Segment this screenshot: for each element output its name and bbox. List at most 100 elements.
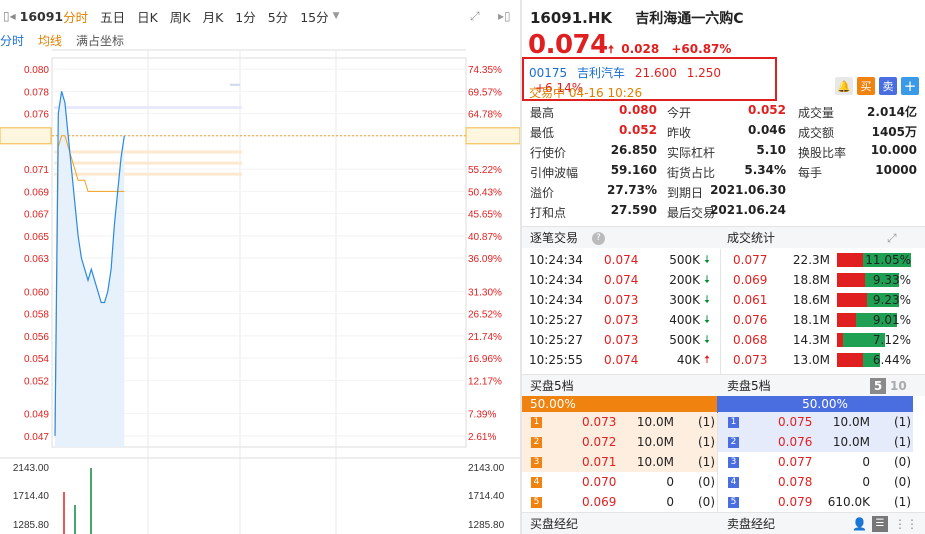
pct-tick: 74.35% [468,65,502,76]
stat-value: 1405万 [871,125,917,139]
pct-tick: 21.74% [468,332,502,343]
price-tick: 0.058 [24,310,49,321]
trade-time: 10:24:34 [529,293,583,307]
depth-band [230,83,240,86]
arrow-up-icon: 🠅 [704,353,711,366]
ask-volume: 10.0M [832,415,870,429]
trades-title: 逐笔交易 [530,231,579,245]
quote-code: 16091.HK [530,9,613,27]
bid-level-num: 1 [531,417,542,428]
volstat-volume: 13.0M [792,353,830,367]
buy-button[interactable]: 买 [857,77,875,95]
volstat-pct: 9.33% [872,273,911,287]
volstat-volume: 14.3M [792,333,830,347]
change-value: 0.028 [621,42,660,56]
pct-tick: 7.39% [468,410,496,421]
stat-label: 引伸波幅 [530,166,579,180]
ask-row-bg [718,432,913,452]
add-button[interactable]: + [901,77,919,95]
list-icon[interactable]: ☰ [872,516,888,532]
trade-time: 10:25:27 [529,313,583,327]
stat-value: 5.10 [756,143,786,157]
stat-value: 5.34% [744,163,786,177]
trade-volume: 400K [669,313,700,327]
bid-volume: 10.0M [636,455,674,469]
trading-status: 交易中 04-16 10:26 [529,86,643,100]
ask-level: 4 [728,472,739,492]
bid-row-bg [522,412,717,432]
bid-level: 2 [531,432,542,452]
ask-count: (1) [894,415,911,429]
arrow-down-icon: 🠇 [704,313,711,326]
stat-label: 溢价 [530,186,555,200]
quote-header: 16091.HK 吉利海通一六购C [530,8,744,28]
stat-value: 2021.06.24 [710,203,786,217]
arrow-down-icon: 🠇 [704,293,711,306]
underlying-box: 00175 吉利汽车 21.600 1.250 +6.14% 交易中 04-16… [522,57,777,101]
bid-price: 0.070 [582,475,617,489]
trade-volume: 300K [669,293,700,307]
pct-tick: 40.87% [468,232,502,243]
price-tick: 0.060 [24,287,49,298]
volstats-title: 成交统计 [727,231,776,245]
arrow-up-icon: 🠅 [608,43,615,56]
bid-volume: 10.0M [636,435,674,449]
arrow-down-icon: 🠇 [704,253,711,266]
pct-tick: 2.61% [468,432,496,443]
underlying-code[interactable]: 00175 [529,66,567,80]
bid-level: 1 [531,412,542,432]
stat-value: 26.850 [610,143,657,157]
volstat-price: 0.073 [733,353,768,367]
underlying-change: 1.250 [686,66,722,80]
user-icon[interactable]: 👤 [852,513,867,534]
ask-row-bg [718,412,913,432]
bid-count: (1) [698,435,715,449]
bell-icon[interactable]: 🔔 [835,77,853,95]
action-buttons: 🔔 买 卖 + [835,77,919,95]
ask-volume: 0 [862,455,870,469]
volstat-volume: 18.6M [792,293,830,307]
pct-tick: 64.78% [468,110,502,121]
price-tick: 0.078 [24,87,49,98]
bid-title: 买盘5档 [530,379,574,393]
expand-stats-icon[interactable]: ⤢ [887,227,897,249]
price-tick: 0.080 [24,65,49,76]
bid-broker-title: 买盘经纪 [530,517,579,531]
stat-label: 街货占比 [667,166,716,180]
volume-tick-right: 1714.40 [468,491,505,502]
volume-tick-right: 1285.80 [468,520,505,531]
grid-icon[interactable]: ⋮⋮ [894,513,918,534]
help-icon[interactable]: ? [591,232,605,245]
volume-tick-right: 2143.00 [468,463,505,474]
intraday-chart[interactable]: 0.08074.35%0.07869.57%0.07664.78%0.07460… [0,0,520,534]
ask-price: 0.078 [778,475,813,489]
pct-tick: 50.43% [468,187,502,198]
stat-value: 59.160 [610,163,657,177]
depth-5-button[interactable]: 5 [870,378,886,394]
sell-button[interactable]: 卖 [879,77,897,95]
price-tick: 0.047 [24,432,49,443]
trade-price: 0.074 [604,353,639,367]
volstat-volume: 18.1M [792,313,830,327]
pct-tick: 26.52% [468,310,502,321]
ask-volume: 10.0M [832,435,870,449]
last-price: 0.074 [528,30,608,60]
price-area [55,91,125,447]
depth-band [54,172,242,176]
bid-level: 4 [531,472,542,492]
pct-tick: 16.96% [468,354,502,365]
trade-price: 0.073 [604,293,639,307]
depth-10-button[interactable]: 10 [890,375,907,397]
stat-label: 行使价 [530,146,567,160]
ask-volume: 0 [862,475,870,489]
volume-tick: 2143.00 [13,463,50,474]
price-tick: 0.067 [24,210,49,221]
bid-count: (0) [698,475,715,489]
underlying-name[interactable]: 吉利汽车 [577,66,625,80]
pct-tick: 36.09% [468,254,502,265]
chart-panel: ▯◂ 16091 分时 五日 日K 周K 月K 1分 5分 15分 ▼ ⤢ ▸▯… [0,0,520,534]
arrow-down-icon: 🠇 [704,273,711,286]
bid-level-num: 4 [531,477,542,488]
price-tick: 0.071 [24,165,49,176]
current-pct-box [465,127,520,145]
